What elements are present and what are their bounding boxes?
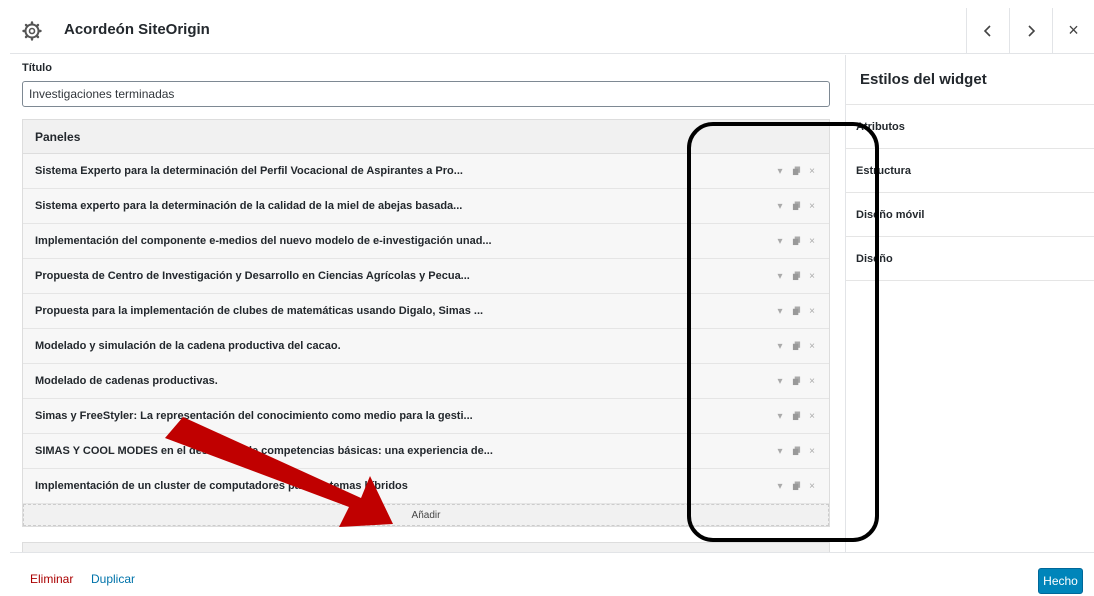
duplicate-icon[interactable] [791,236,801,246]
panel-actions: ▾ × [775,306,817,317]
panel-row[interactable]: Modelado y simulación de la cadena produ… [23,329,829,364]
widget-styles-heading: Estilos del widget [846,55,1094,105]
delete-icon[interactable]: × [807,446,817,457]
panel-actions: ▾ × [775,376,817,387]
gear-icon [22,21,42,41]
delete-icon[interactable]: × [807,236,817,247]
next-button[interactable] [1009,8,1051,53]
panel-actions: ▾ × [775,411,817,422]
panel-row[interactable]: Implementación del componente e-medios d… [23,224,829,259]
sidebar-item-attributes[interactable]: Atributos [846,105,1094,149]
panel-actions: ▾ × [775,236,817,247]
duplicate-icon[interactable] [791,201,801,211]
panel-row[interactable]: Simas y FreeStyler: La representación de… [23,399,829,434]
expand-icon[interactable]: ▾ [775,306,785,317]
panels-header[interactable]: Paneles [23,120,829,154]
delete-icon[interactable]: × [807,481,817,492]
panel-actions: ▾ × [775,271,817,282]
panel-title: Sistema experto para la determinación de… [35,200,463,212]
delete-icon[interactable]: × [807,411,817,422]
panel-title: Modelado de cadenas productivas. [35,375,218,387]
expand-icon[interactable]: ▾ [775,271,785,282]
expand-icon[interactable]: ▾ [775,376,785,387]
widget-styles-sidebar: Estilos del widget Atributos Estructura … [845,55,1094,552]
panel-title: Modelado y simulación de la cadena produ… [35,340,341,352]
duplicate-icon[interactable] [791,411,801,421]
expand-icon[interactable]: ▾ [775,446,785,457]
panel-title: Propuesta de Centro de Investigación y D… [35,270,470,282]
panel-title: Sistema Experto para la determinación de… [35,165,463,177]
delete-icon[interactable]: × [807,166,817,177]
panels-repeater: Paneles Sistema Experto para la determin… [22,119,830,527]
expand-icon[interactable]: ▾ [775,166,785,177]
panel-row[interactable]: Propuesta de Centro de Investigación y D… [23,259,829,294]
panel-actions: ▾ × [775,166,817,177]
chevron-left-icon [983,24,991,37]
chevron-right-icon [1027,24,1035,37]
panel-row[interactable]: Propuesta para la implementación de club… [23,294,829,329]
duplicate-icon[interactable] [791,271,801,281]
panel-title: Implementación de un cluster de computad… [35,480,408,492]
done-button[interactable]: Hecho [1038,568,1083,594]
panel-row[interactable]: Sistema experto para la determinación de… [23,189,829,224]
next-section[interactable] [22,542,830,552]
title-label: Título [22,62,52,74]
expand-icon[interactable]: ▾ [775,341,785,352]
panel-row[interactable]: Modelado de cadenas productivas. ▾ × [23,364,829,399]
panel-list: Sistema Experto para la determinación de… [23,154,829,504]
duplicate-icon[interactable] [791,306,801,316]
widget-form: Título Paneles Sistema Experto para la d… [10,55,845,552]
modal-title: Acordeón SiteOrigin [64,21,210,38]
panel-row[interactable]: SIMAS Y COOL MODES en el desarrollo de c… [23,434,829,469]
panel-actions: ▾ × [775,341,817,352]
expand-icon[interactable]: ▾ [775,481,785,492]
panel-title: SIMAS Y COOL MODES en el desarrollo de c… [35,445,493,457]
duplicate-icon[interactable] [791,376,801,386]
close-icon: × [1068,20,1079,40]
modal-footer: Eliminar Duplicar Hecho [10,552,1094,596]
delete-icon[interactable]: × [807,376,817,387]
delete-icon[interactable]: × [807,271,817,282]
sidebar-item-structure[interactable]: Estructura [846,149,1094,193]
panel-title: Simas y FreeStyler: La representación de… [35,410,473,422]
delete-icon[interactable]: × [807,201,817,212]
add-panel-button[interactable]: Añadir [23,504,829,526]
duplicate-icon[interactable] [791,481,801,491]
panel-title: Propuesta para la implementación de club… [35,305,484,317]
duplicate-icon[interactable] [791,341,801,351]
expand-icon[interactable]: ▾ [775,236,785,247]
panel-row[interactable]: Implementación de un cluster de computad… [23,469,829,504]
previous-button[interactable] [966,8,1008,53]
duplicate-link[interactable]: Duplicar [91,572,135,586]
sidebar-item-design[interactable]: Diseño [846,237,1094,281]
title-input[interactable] [22,81,830,107]
panel-actions: ▾ × [775,201,817,212]
expand-icon[interactable]: ▾ [775,411,785,422]
panel-row[interactable]: Sistema Experto para la determinación de… [23,154,829,189]
duplicate-icon[interactable] [791,166,801,176]
panel-actions: ▾ × [775,481,817,492]
delete-icon[interactable]: × [807,341,817,352]
panel-title: Implementación del componente e-medios d… [35,235,492,247]
delete-link[interactable]: Eliminar [30,572,73,586]
delete-icon[interactable]: × [807,306,817,317]
duplicate-icon[interactable] [791,446,801,456]
modal-header: Acordeón SiteOrigin × [10,8,1094,54]
panel-actions: ▾ × [775,446,817,457]
expand-icon[interactable]: ▾ [775,201,785,212]
close-button[interactable]: × [1052,8,1094,53]
sidebar-item-mobile-design[interactable]: Diseño móvil [846,193,1094,237]
